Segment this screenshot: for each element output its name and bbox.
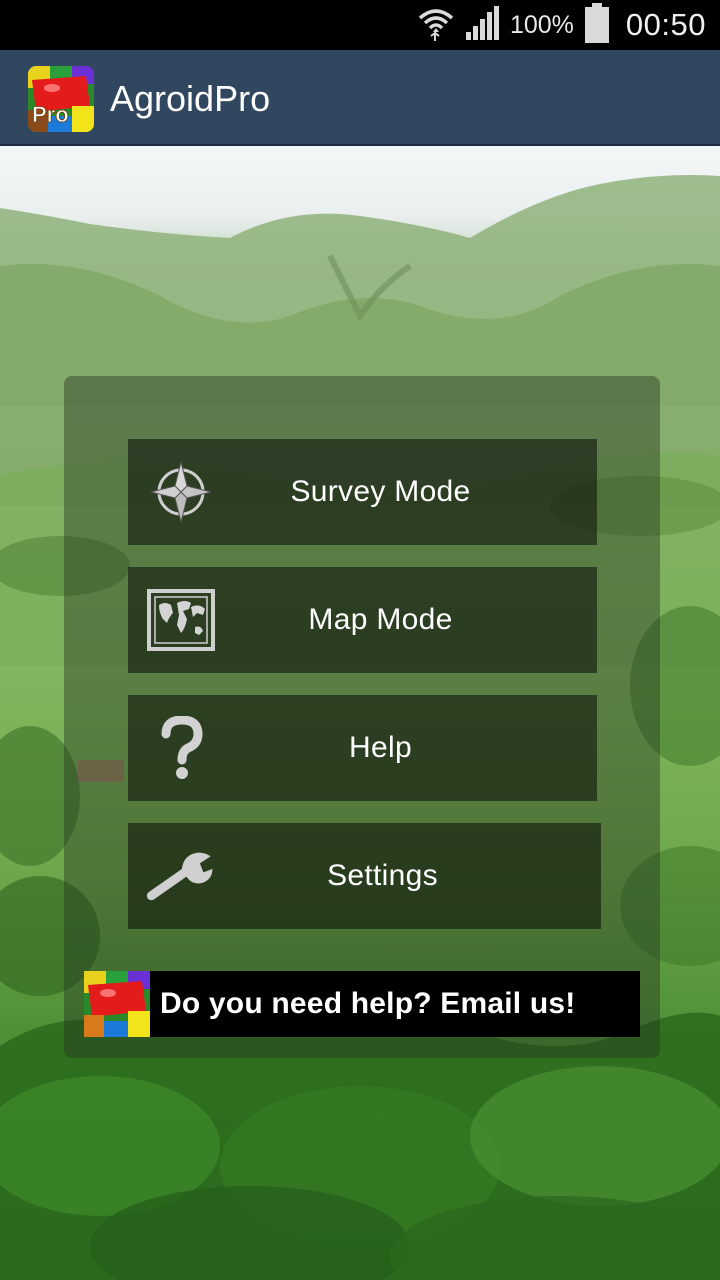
status-bar: 100% 00:50 xyxy=(0,0,720,50)
app-logo-icon xyxy=(84,971,150,1037)
wrench-icon xyxy=(146,841,216,911)
help-label: Help xyxy=(349,731,412,764)
world-map-icon xyxy=(146,585,216,655)
help-button[interactable]: Help xyxy=(128,695,597,801)
compass-icon xyxy=(146,457,216,527)
map-mode-button[interactable]: Map Mode xyxy=(128,567,597,673)
map-mode-label: Map Mode xyxy=(308,603,453,636)
question-mark-icon xyxy=(146,713,216,783)
battery-percent: 100% xyxy=(509,10,574,39)
app-logo-icon[interactable]: Pro xyxy=(28,66,94,132)
clock: 00:50 xyxy=(625,7,706,42)
signal-icon xyxy=(464,5,500,45)
survey-mode-button[interactable]: Survey Mode xyxy=(128,439,597,545)
app-title: AgroidPro xyxy=(110,78,271,119)
settings-button[interactable]: Settings xyxy=(128,823,601,929)
battery-icon xyxy=(584,2,610,48)
status-icons: 100% 00:50 xyxy=(418,0,706,50)
email-us-banner[interactable]: Do you need help? Email us! xyxy=(84,971,640,1037)
survey-mode-label: Survey Mode xyxy=(290,475,471,508)
svg-text:Pro: Pro xyxy=(32,102,69,127)
wifi-icon xyxy=(418,5,454,46)
action-bar: Pro AgroidPro xyxy=(0,50,720,146)
settings-label: Settings xyxy=(327,859,438,892)
email-us-text: Do you need help? Email us! xyxy=(160,987,576,1020)
